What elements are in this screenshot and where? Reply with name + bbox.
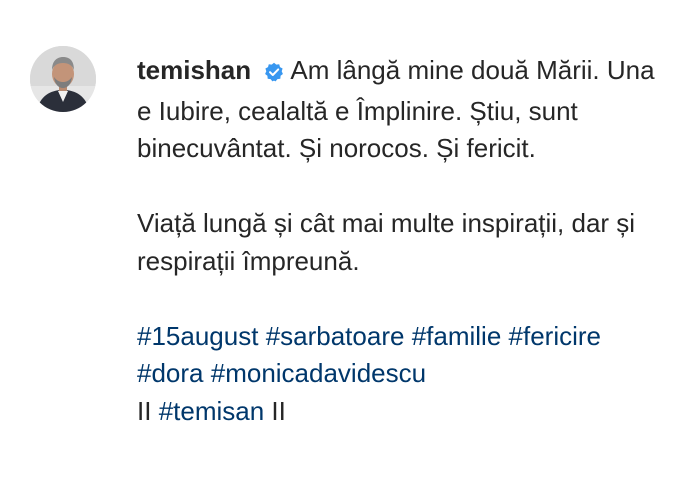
hashtag-link[interactable]: #dora xyxy=(137,358,204,388)
hashtag-link[interactable]: #fericire xyxy=(509,321,601,351)
separator-text: II xyxy=(271,395,286,426)
caption-text-block: temishan Am lângă mine două Mării. Una e… xyxy=(137,52,657,430)
caption-paragraph-2: Viață lungă și cât mai multe inspirații,… xyxy=(137,208,636,276)
hashtag-link[interactable]: #sarbatoare xyxy=(266,321,405,351)
verified-badge-icon xyxy=(264,55,284,93)
avatar[interactable] xyxy=(30,46,96,112)
caption-paragraph-1: temishan Am lângă mine două Mării. Una e… xyxy=(137,52,657,168)
username-link[interactable]: temishan xyxy=(137,55,251,85)
hashtag-link[interactable]: #monicadavidescu xyxy=(211,358,426,388)
hashtag-link[interactable]: #15august xyxy=(137,321,258,351)
post-caption-panel: temishan Am lângă mine două Mării. Una e… xyxy=(0,0,700,481)
separator-text: II xyxy=(137,395,152,426)
hashtags-paragraph: #15august #sarbatoare #familie #fericire… xyxy=(137,318,657,431)
hashtag-link[interactable]: #familie xyxy=(412,321,502,351)
hashtag-link[interactable]: #temisan xyxy=(159,396,265,426)
avatar-photo xyxy=(30,46,96,112)
